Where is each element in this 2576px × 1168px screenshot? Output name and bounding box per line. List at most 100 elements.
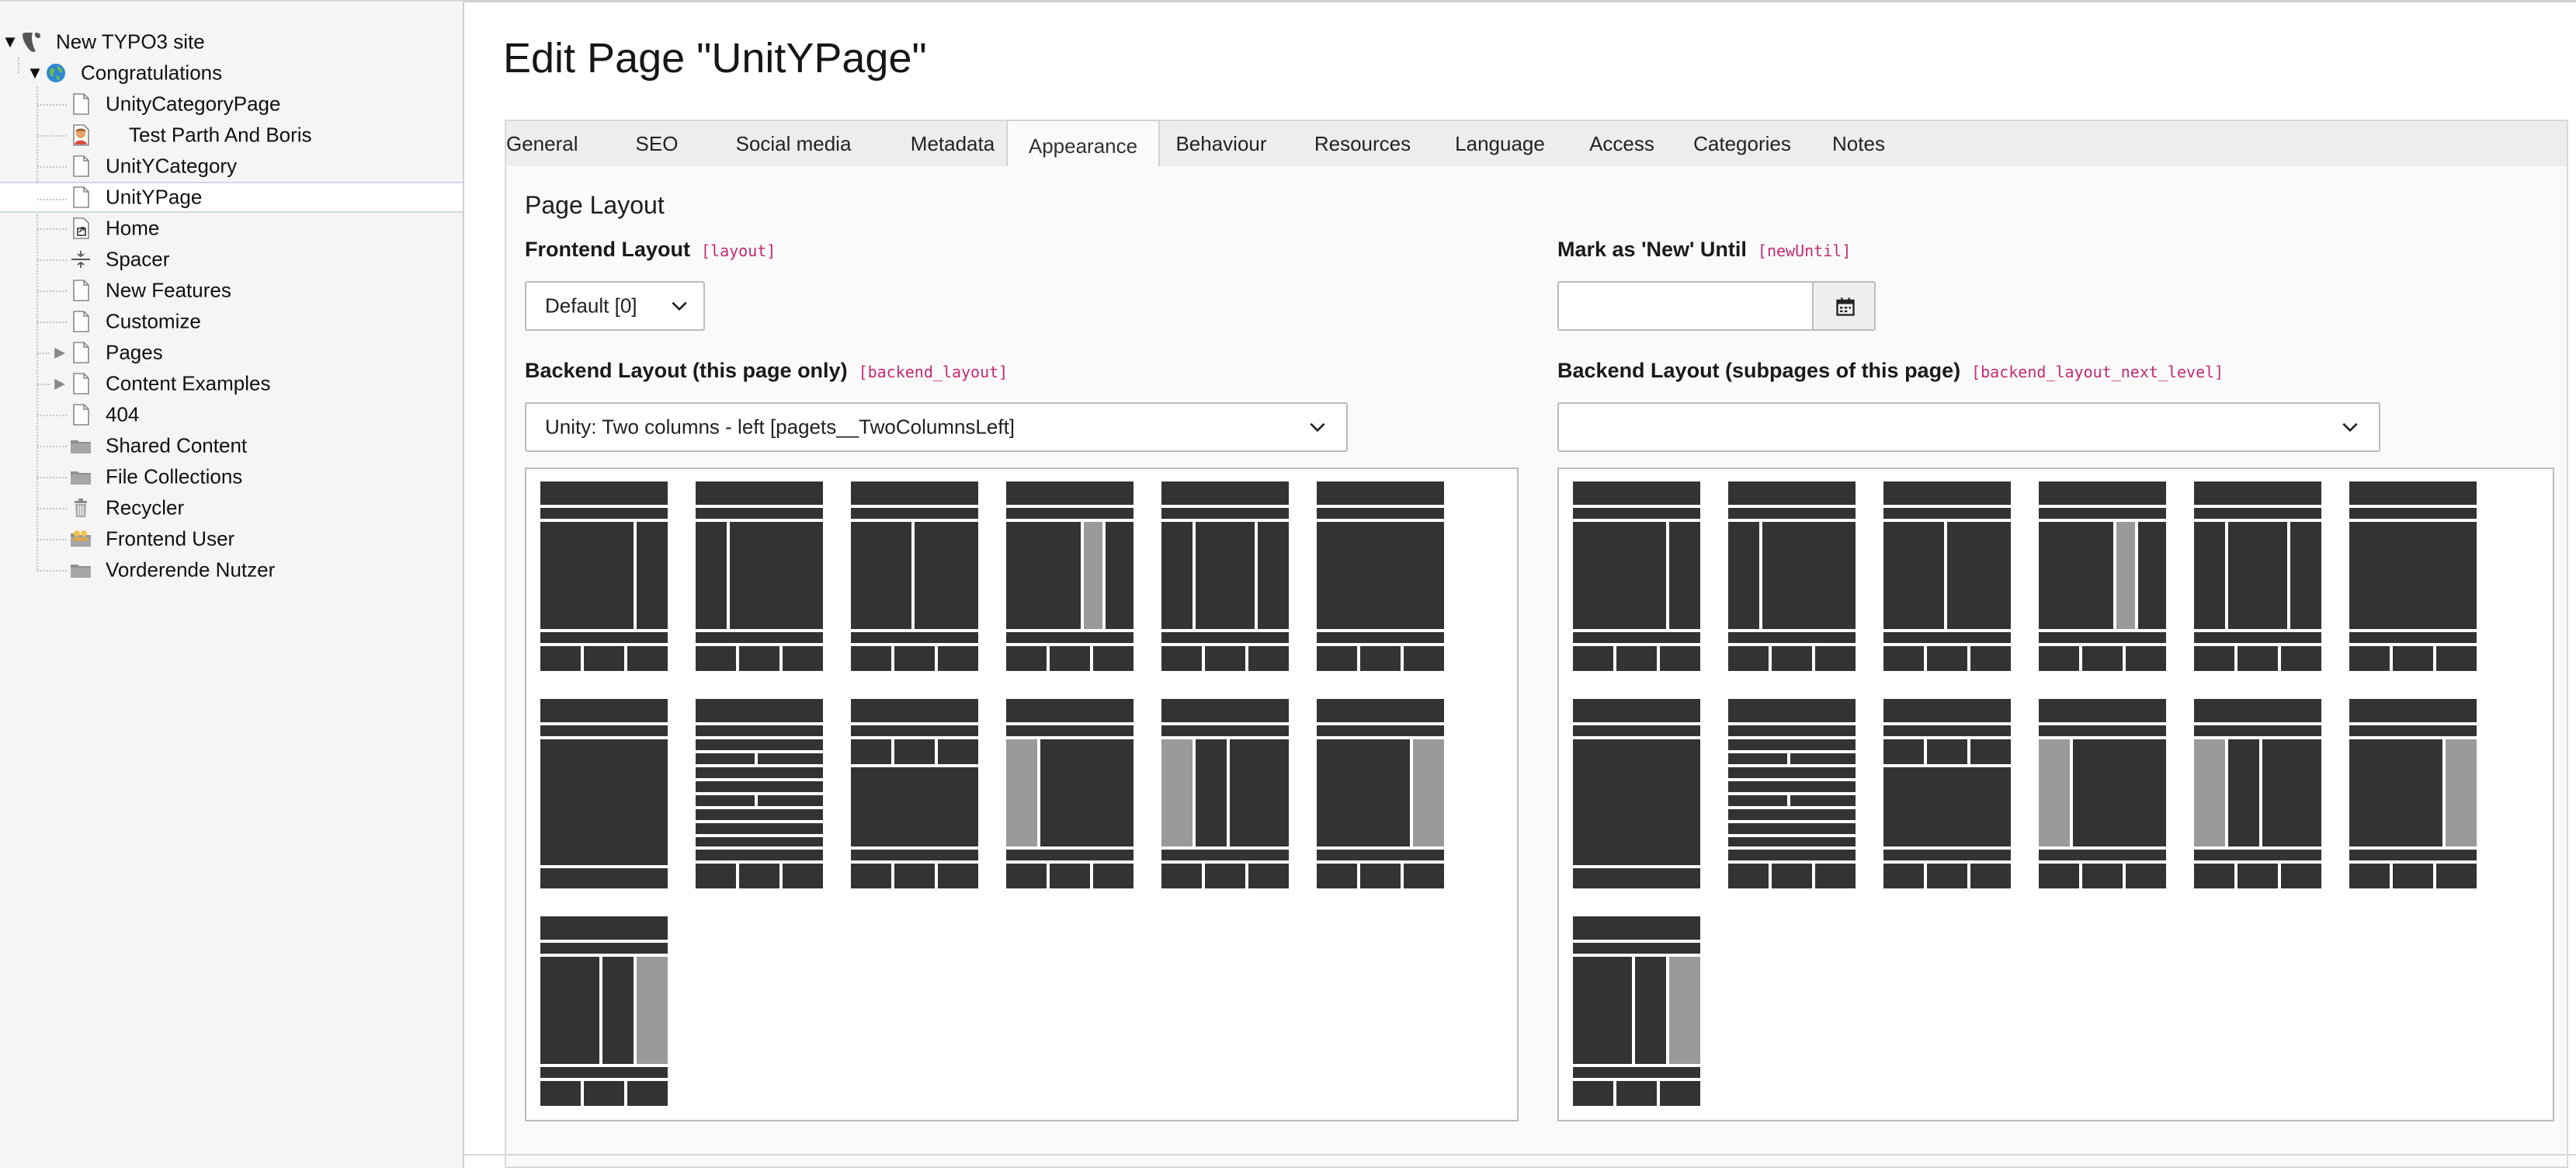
tree-item[interactable]: UnitYCategory [0,151,463,182]
tab-resources[interactable]: Resources [1293,121,1432,166]
calendar-button[interactable] [1812,281,1876,331]
users-folder-icon [70,527,92,551]
backend-layout-select[interactable]: Unity: Two columns - left [pagets__TwoCo… [525,402,1348,452]
layout-preview-icon [1006,481,1134,671]
tree-item[interactable]: ▼ Congratulations [0,57,463,89]
tree-item[interactable]: Spacer [0,244,463,275]
layout-option-three-columns[interactable] [1161,481,1289,674]
layout-option-two-columns-right-sidebar[interactable] [540,481,668,674]
layout-option-three-columns-grey-right[interactable] [1573,916,1700,1109]
tree-item[interactable]: ▶ Pages [0,337,463,368]
layout-preview-icon [1573,916,1700,1106]
layout-option-grey-left-three-columns[interactable] [1161,699,1289,892]
layout-option-one-column-tall[interactable] [1573,699,1700,892]
layout-preview-icon [1317,699,1444,888]
tab-metadata[interactable]: Metadata [884,121,1022,166]
tree-item[interactable]: UnitYPage [0,182,463,213]
layout-option-two-columns-equal[interactable] [1883,481,2011,674]
tree-item[interactable]: Recycler [0,492,463,523]
collapse-toggle-icon[interactable]: ▼ [26,63,43,83]
tree-guide-line [37,290,67,292]
tab-bar: General SEO Social media Metadata Appearance… [505,120,2568,171]
expand-toggle-icon[interactable]: ▶ [51,345,68,361]
layout-option-grey-left-main[interactable] [2039,699,2166,892]
backend-layout-next-key: [backend_layout_next_level] [1971,363,2224,381]
layout-preview-icon [1161,481,1289,671]
page-title: Edit Page "UnitYPage" [503,35,927,82]
tree-item[interactable]: ▼ New TYPO3 site [0,26,463,57]
layout-preview-icon [2349,481,2477,671]
tree-guide-line [37,539,67,541]
layout-option-two-columns-equal[interactable] [851,481,978,674]
page-icon [70,403,92,426]
layout-option-one-column[interactable] [1317,481,1444,674]
backend-layout-next-label-text: Backend Layout (subpages of this page) [1557,359,1961,382]
new-until-input[interactable] [1557,281,1814,331]
tab-access[interactable]: Access [1570,121,1674,166]
tree-item[interactable]: New Features [0,275,463,306]
tree-item[interactable]: Customize [0,306,463,337]
layout-option-three-columns-grey-middle[interactable] [2039,481,2166,674]
tab-notes[interactable]: Notes [1807,121,1910,166]
layout-option-three-top-one-main[interactable] [1883,699,2011,892]
page-icon [70,310,92,333]
tree-item[interactable]: 404 [0,399,463,430]
tab-categories[interactable]: Categories [1674,121,1810,166]
layout-option-three-top-one-main[interactable] [851,699,978,892]
tree-item[interactable]: Home [0,213,463,244]
layout-option-three-columns[interactable] [2194,481,2321,674]
layout-option-one-column[interactable] [2349,481,2477,674]
layout-option-main-grey-right[interactable] [2349,699,2477,892]
tree-item-label: Frontend User [106,527,235,551]
expand-toggle-icon[interactable]: ▶ [51,376,68,392]
tab-seo[interactable]: SEO [618,121,696,166]
layout-option-three-columns-grey-right[interactable] [540,916,668,1109]
page-icon [70,372,92,395]
tree-guide-line [37,384,50,385]
tree-item[interactable]: Test Parth And Boris [0,120,463,151]
layout-preview-icon [2194,481,2321,671]
tree-guide-line [37,570,67,572]
layout-option-two-columns-left-sidebar[interactable] [1728,481,1856,674]
user-page-icon [70,123,92,147]
layout-option-rows-grid[interactable] [1728,699,1856,892]
layout-option-rows-grid[interactable] [696,699,823,892]
page-icon [70,186,92,209]
frontend-layout-select[interactable]: Default [0] [525,281,705,331]
layout-preview-icon [1573,481,1700,671]
tab-social-media[interactable]: Social media [711,121,876,166]
section-title: Page Layout [525,191,665,219]
tree-item-label: Pages [106,340,163,364]
tree-item[interactable]: Frontend User [0,523,463,554]
layout-option-three-columns-grey-middle[interactable] [1006,481,1134,674]
layout-option-two-columns-left-sidebar[interactable] [696,481,823,674]
tree-item[interactable]: Vorderende Nutzer [0,554,463,586]
spacer-icon [70,248,92,271]
layout-option-grey-left-main[interactable] [1006,699,1134,892]
tree-item-label: Home [106,216,160,240]
tree-item-label: Shared Content [106,433,248,457]
layout-option-one-column-tall[interactable] [540,699,668,892]
layout-preview-icon [696,699,823,888]
layout-option-grey-left-three-columns[interactable] [2194,699,2321,892]
tree-item[interactable]: File Collections [0,461,463,492]
layout-preview-icon [851,481,978,671]
backend-layout-next-gallery [1557,468,2554,1121]
tree-item[interactable]: ▶ Content Examples [0,368,463,399]
backend-layout-next-select[interactable] [1557,402,2380,452]
tree-guide-line [37,353,50,354]
backend-layout-gallery [525,468,1519,1121]
layout-option-two-columns-right-sidebar[interactable] [1573,481,1700,674]
tab-language[interactable]: Language [1432,121,1568,166]
layout-option-main-grey-right[interactable] [1317,699,1444,892]
tree-guide-line [37,228,67,230]
tree-item[interactable]: Shared Content [0,430,463,461]
tab-general[interactable]: General [506,121,578,166]
typo3-logo-icon [20,30,42,54]
tree-item[interactable]: UnityCategoryPage [0,89,463,120]
layout-preview-icon [1317,481,1444,671]
tab-behaviour[interactable]: Behaviour [1152,121,1290,166]
tab-appearance[interactable]: Appearance [1006,120,1160,171]
collapse-toggle-icon[interactable]: ▼ [2,32,19,52]
backend-layout-key: [backend_layout] [858,363,1009,381]
